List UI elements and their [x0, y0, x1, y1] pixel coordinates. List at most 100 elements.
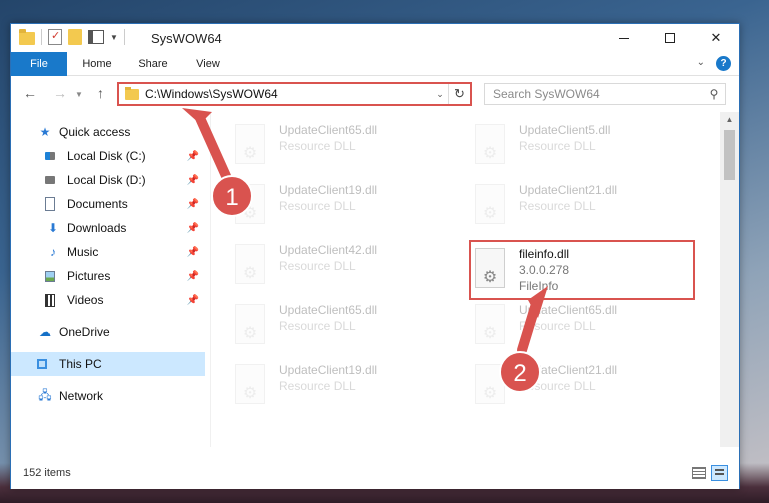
cloud-icon: ☁ — [39, 325, 51, 339]
forward-button[interactable]: → — [53, 85, 67, 101]
sidebar-item-videos[interactable]: Videos 📌 — [11, 288, 205, 312]
sidebar-item-local-disk-c[interactable]: Local Disk (C:) 📌 — [11, 144, 205, 168]
sidebar-item-network[interactable]: 🖧 Network — [11, 384, 205, 408]
documents-icon — [45, 197, 55, 211]
maximize-icon — [665, 33, 675, 43]
file-type: FileInfo — [519, 279, 559, 293]
minimize-button[interactable] — [601, 24, 647, 52]
dll-file-icon: ⚙ — [235, 364, 265, 404]
file-list: ⚙ UpdateClient65.dll Resource DLL ⚙ Updat… — [221, 112, 721, 447]
sidebar-item-label: OneDrive — [59, 325, 110, 339]
tab-file[interactable]: File — [11, 52, 67, 76]
drive-icon — [45, 152, 55, 160]
pc-icon — [37, 359, 47, 369]
file-item[interactable]: ⚙ UpdateClient65.dll Resource DLL — [231, 118, 451, 174]
file-type: Resource DLL — [519, 139, 596, 153]
new-folder-icon[interactable] — [68, 29, 82, 45]
close-icon: ✕ — [710, 30, 722, 45]
file-item[interactable]: ⚙ UpdateClient65.dll Resource DLL — [471, 298, 691, 354]
file-name: UpdateClient65.dll — [279, 303, 378, 317]
file-item[interactable]: ⚙ UpdateClient21.dll Resource DLL — [471, 178, 691, 234]
file-name: UpdateClient19.dll — [279, 363, 378, 377]
tiles-view-icon[interactable] — [711, 465, 728, 481]
file-name: UpdateClient5.dll — [519, 123, 611, 137]
file-name: UpdateClient65.dll — [519, 303, 618, 317]
pin-icon[interactable]: 📌 — [187, 223, 199, 234]
sidebar-item-this-pc[interactable]: This PC — [11, 352, 205, 376]
pictures-icon — [45, 270, 55, 282]
address-path[interactable]: C:\Windows\SysWOW64 — [145, 87, 432, 101]
recent-locations-button[interactable]: ▼ — [75, 90, 83, 99]
sidebar-item-label: Videos — [67, 293, 104, 307]
music-icon: ♪ — [50, 245, 56, 259]
window-title: SysWOW64 — [151, 31, 222, 46]
pin-icon[interactable]: 📌 — [187, 175, 199, 186]
refresh-button[interactable]: ↻ — [448, 84, 470, 104]
sidebar-item-label: Quick access — [59, 125, 131, 139]
file-item[interactable]: ⚙ UpdateClient65.dll Resource DLL — [231, 298, 451, 354]
file-item[interactable]: ⚙ UpdateClient5.dll Resource DLL — [471, 118, 691, 174]
search-input[interactable]: Search SysWOW64 — [493, 87, 703, 101]
expand-ribbon-icon[interactable]: ⌄ — [697, 57, 705, 68]
divider — [41, 29, 42, 45]
properties-icon[interactable] — [48, 29, 62, 45]
sidebar-item-label: This PC — [59, 357, 102, 371]
scroll-up-icon[interactable]: ▲ — [720, 112, 739, 128]
help-icon[interactable]: ? — [716, 56, 731, 71]
up-button[interactable]: ↑ — [97, 85, 104, 101]
pin-icon[interactable]: 📌 — [187, 295, 199, 306]
file-type: Resource DLL — [519, 199, 596, 213]
pin-icon[interactable]: 📌 — [187, 271, 199, 282]
file-name: UpdateClient21.dll — [519, 363, 618, 377]
sidebar-item-quick-access[interactable]: ★ Quick access — [11, 120, 205, 144]
chevron-down-icon[interactable]: ▼ — [110, 33, 118, 42]
sidebar-item-label: Local Disk (C:) — [67, 149, 146, 163]
tab-home[interactable]: Home — [73, 52, 121, 76]
file-type: Resource DLL — [519, 319, 596, 333]
file-type: Resource DLL — [279, 139, 356, 153]
sidebar-item-label: Music — [67, 245, 99, 259]
search-icon[interactable]: ⚲ — [703, 87, 725, 101]
back-button[interactable]: ← — [23, 85, 37, 101]
network-icon: 🖧 — [38, 387, 52, 402]
file-item-fileinfo[interactable]: ⚙ fileinfo.dll 3.0.0.278 FileInfo — [469, 240, 695, 300]
videos-icon — [45, 293, 55, 307]
maximize-button[interactable] — [647, 24, 693, 52]
tab-share[interactable]: Share — [129, 52, 177, 76]
sidebar-item-local-disk-d[interactable]: Local Disk (D:) 📌 — [11, 168, 205, 192]
dll-file-icon: ⚙ — [475, 248, 505, 288]
search-box[interactable]: Search SysWOW64 ⚲ — [484, 83, 726, 105]
chevron-down-icon[interactable]: ⌄ — [432, 89, 448, 100]
file-item[interactable]: ⚙ UpdateClient19.dll Resource DLL — [231, 358, 451, 414]
file-name: UpdateClient42.dll — [279, 243, 378, 257]
dll-file-icon: ⚙ — [475, 364, 505, 404]
file-item[interactable]: ⚙ UpdateClient21.dll Resource DLL — [471, 358, 691, 414]
pin-icon[interactable]: 📌 — [187, 247, 199, 258]
drive-icon — [45, 176, 55, 184]
minimize-icon — [619, 37, 629, 39]
sidebar-item-label: Local Disk (D:) — [67, 173, 146, 187]
pin-icon[interactable]: 📌 — [187, 199, 199, 210]
file-type: Resource DLL — [279, 379, 356, 393]
file-item[interactable]: ⚙ UpdateClient19.dll Resource DLL — [231, 178, 451, 234]
file-type: Resource DLL — [519, 379, 596, 393]
pin-icon[interactable]: 📌 — [187, 151, 199, 162]
sidebar-item-pictures[interactable]: Pictures 📌 — [11, 264, 205, 288]
title-bar: ▼ SysWOW64 ✕ — [11, 24, 739, 52]
sidebar-item-onedrive[interactable]: ☁ OneDrive — [11, 320, 205, 344]
details-view-icon[interactable] — [692, 467, 706, 479]
address-bar[interactable]: C:\Windows\SysWOW64 ⌄ ↻ — [117, 82, 472, 106]
close-button[interactable]: ✕ — [693, 24, 739, 52]
file-item[interactable]: ⚙ UpdateClient42.dll Resource DLL — [231, 238, 451, 294]
scroll-thumb[interactable] — [724, 130, 735, 180]
sidebar-item-downloads[interactable]: ⬇ Downloads 📌 — [11, 216, 205, 240]
tab-view[interactable]: View — [185, 52, 231, 76]
dll-file-icon: ⚙ — [235, 244, 265, 284]
sidebar-item-music[interactable]: ♪ Music 📌 — [11, 240, 205, 264]
sidebar-item-label: Downloads — [67, 221, 127, 235]
vertical-scrollbar[interactable]: ▲ — [720, 112, 739, 447]
star-icon: ★ — [39, 125, 51, 139]
sidebar-item-documents[interactable]: Documents 📌 — [11, 192, 205, 216]
customize-view-icon[interactable] — [88, 30, 104, 44]
item-count: 152 items — [23, 467, 71, 479]
